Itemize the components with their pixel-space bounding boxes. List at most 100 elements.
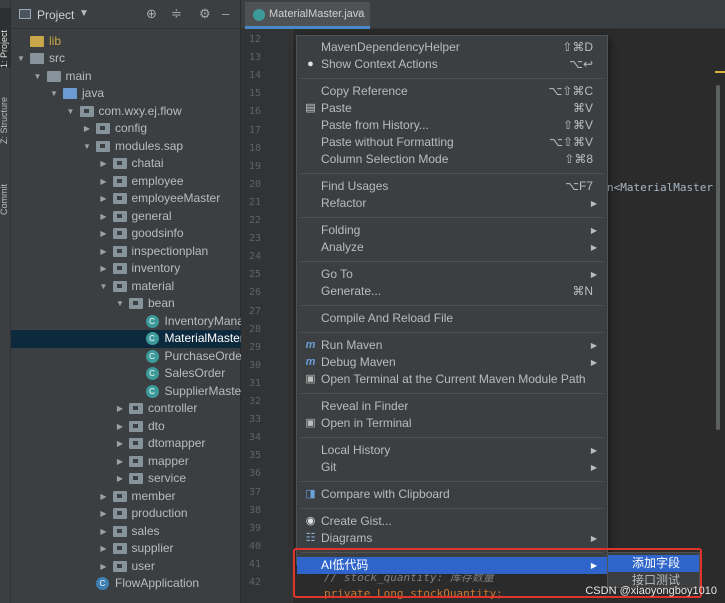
menu-item-open-in-terminal[interactable]: ▣ Open in Terminal (297, 415, 607, 432)
tree-item-sales[interactable]: ▶ sales (11, 523, 241, 541)
line-number: 32 (248, 396, 261, 407)
tree-item-chatai[interactable]: ▶ chatai (11, 155, 241, 173)
chevron-right-icon[interactable]: ▶ (99, 488, 109, 505)
collapse-all-icon[interactable]: ≑ (171, 6, 182, 22)
editor-tab-bar: MaterialMaster.java × (241, 0, 725, 29)
tool-tab-commit[interactable]: Commit (0, 165, 11, 215)
package-icon (96, 140, 110, 152)
tree-item-src[interactable]: ▼ src (11, 50, 241, 68)
menu-item-create-gist[interactable]: ◉ Create Gist... (297, 513, 607, 530)
tree-item-member[interactable]: ▶ member (11, 488, 241, 506)
chevron-right-icon[interactable]: ▶ (115, 400, 125, 417)
tool-tab-structure[interactable]: Z: Structure (0, 82, 11, 144)
menu-item-git[interactable]: Git ▶ (297, 459, 607, 476)
menu-item-compile-and-reload-file[interactable]: Compile And Reload File (297, 310, 607, 327)
chevron-right-icon[interactable]: ▶ (99, 523, 109, 540)
tree-item-inventory[interactable]: ▶ inventory (11, 260, 241, 278)
tree-item-supplier[interactable]: ▶ supplier (11, 540, 241, 558)
menu-item-find-usages[interactable]: Find Usages ⌥F7 (297, 178, 607, 195)
chevron-down-icon[interactable]: ▼ (82, 138, 92, 155)
tree-item-modules-sap[interactable]: ▼ modules.sap (11, 138, 241, 156)
chevron-right-icon[interactable]: ▶ (99, 260, 109, 277)
menu-item-copy-reference[interactable]: Copy Reference ⌥⇧⌘C (297, 83, 607, 100)
menu-item-mavendependencyhelper[interactable]: MavenDependencyHelper ⇧⌘D (297, 39, 607, 56)
menu-item-paste[interactable]: ▤ Paste ⌘V (297, 100, 607, 117)
tree-item-employee[interactable]: ▶ employee (11, 173, 241, 191)
chevron-right-icon[interactable]: ▶ (99, 540, 109, 557)
chevron-down-icon[interactable]: ▼ (66, 103, 76, 120)
tree-item-goodsinfo[interactable]: ▶ goodsinfo (11, 225, 241, 243)
tree-item-inventorymanag[interactable]: C InventoryManag (11, 313, 241, 331)
menu-item-go-to[interactable]: Go To ▶ (297, 266, 607, 283)
menu-item-diagrams[interactable]: ☷ Diagrams ▶ (297, 530, 607, 547)
project-panel-title[interactable]: Project (37, 8, 74, 22)
tree-item-java[interactable]: ▼ java (11, 85, 241, 103)
chevron-right-icon[interactable]: ▶ (115, 470, 125, 487)
menu-item-folding[interactable]: Folding ▶ (297, 222, 607, 239)
line-number: 25 (248, 269, 261, 281)
menu-item-compare-with-clipboard[interactable]: ◨ Compare with Clipboard (297, 486, 607, 503)
chevron-right-icon[interactable]: ▶ (115, 435, 125, 452)
locate-icon[interactable]: ⊕ (146, 6, 157, 22)
tree-item-flowapplication[interactable]: C FlowApplication (11, 575, 241, 593)
editor-scrollbar[interactable] (716, 85, 720, 430)
close-icon[interactable]: × (357, 7, 363, 19)
gear-icon[interactable]: ⚙ (199, 6, 211, 22)
tree-item-inspectionplan[interactable]: ▶ inspectionplan (11, 243, 241, 261)
chevron-right-icon[interactable]: ▶ (99, 155, 109, 172)
tree-item-lib[interactable]: lib (11, 33, 241, 51)
chevron-right-icon[interactable]: ▶ (99, 208, 109, 225)
menu-item-analyze[interactable]: Analyze ▶ (297, 239, 607, 256)
tree-item-user[interactable]: ▶ user (11, 558, 241, 576)
package-icon (112, 543, 127, 554)
chevron-right-icon[interactable]: ▶ (82, 120, 92, 137)
chevron-right-icon[interactable]: ▶ (99, 243, 109, 260)
menu-item-open-terminal-at-the-current-maven-module-path[interactable]: ▣ Open Terminal at the Current Maven Modu… (297, 371, 607, 388)
menu-item-local-history[interactable]: Local History ▶ (297, 442, 607, 459)
menu-item-refactor[interactable]: Refactor ▶ (297, 195, 607, 212)
tree-item-dtomapper[interactable]: ▶ dtomapper (11, 435, 241, 453)
project-tree: .mvnlib▼src▼main▼java▼com.wxy.ej.flow▶co… (11, 29, 241, 603)
menu-item-paste-without-formatting[interactable]: Paste without Formatting ⌥⇧⌘V (297, 134, 607, 151)
chevron-down-icon[interactable]: ▼ (99, 278, 109, 295)
tree-item-material[interactable]: ▼ material (11, 278, 241, 296)
tree-item-mapper[interactable]: ▶ mapper (11, 453, 241, 471)
chevron-down-icon[interactable]: ▼ (49, 85, 59, 102)
chevron-right-icon[interactable]: ▶ (99, 173, 109, 190)
tree-item-salesorder[interactable]: C SalesOrder (11, 365, 241, 383)
menu-item-generate[interactable]: Generate... ⌘N (297, 283, 607, 300)
tool-tab-project[interactable]: 1: Project (0, 8, 11, 68)
tree-item-materialmaster[interactable]: C MaterialMaster (11, 330, 241, 348)
tree-item-bean[interactable]: ▼ bean (11, 295, 241, 313)
menu-item-run-maven[interactable]: m Run Maven ▶ (297, 337, 607, 354)
menu-item-debug-maven[interactable]: m Debug Maven ▶ (297, 354, 607, 371)
chevron-down-icon[interactable]: ▼ (33, 68, 43, 85)
tab-material-master[interactable]: MaterialMaster.java × (245, 2, 370, 29)
chevron-right-icon[interactable]: ▶ (99, 190, 109, 207)
chevron-right-icon[interactable]: ▶ (99, 558, 109, 575)
tree-item-controller[interactable]: ▶ controller (11, 400, 241, 418)
tree-item-dto[interactable]: ▶ dto (11, 418, 241, 436)
chevron-right-icon[interactable]: ▶ (99, 505, 109, 522)
tree-item-purchaseorder[interactable]: C PurchaseOrder (11, 348, 241, 366)
tree-item-suppliermasterd[interactable]: C SupplierMasterD (11, 383, 241, 401)
menu-item-reveal-in-finder[interactable]: Reveal in Finder (297, 398, 607, 415)
chevron-right-icon[interactable]: ▶ (115, 453, 125, 470)
chevron-down-icon[interactable]: ▼ (16, 50, 26, 67)
hide-icon[interactable]: – (222, 6, 229, 21)
tree-item-com-wxy-ej-flow[interactable]: ▼ com.wxy.ej.flow (11, 103, 241, 121)
tree-item-employeemaster[interactable]: ▶ employeeMaster (11, 190, 241, 208)
tree-item-production[interactable]: ▶ production (11, 505, 241, 523)
menu-item-show-context-actions[interactable]: ● Show Context Actions ⌥↩ (297, 56, 607, 73)
chevron-down-icon[interactable]: ▼ (79, 8, 89, 19)
chevron-right-icon[interactable]: ▶ (99, 225, 109, 242)
tree-item-config[interactable]: ▶ config (11, 120, 241, 138)
menu-item-paste-from-history[interactable]: Paste from History... ⇧⌘V (297, 117, 607, 134)
chevron-down-icon[interactable]: ▼ (115, 295, 125, 312)
chevron-right-icon[interactable]: ▶ (115, 418, 125, 435)
tree-item-service[interactable]: ▶ service (11, 470, 241, 488)
tree-item-main[interactable]: ▼ main (11, 68, 241, 86)
tree-item-label: src (49, 51, 65, 65)
menu-item-column-selection-mode[interactable]: Column Selection Mode ⇧⌘8 (297, 151, 607, 168)
tree-item-general[interactable]: ▶ general (11, 208, 241, 226)
